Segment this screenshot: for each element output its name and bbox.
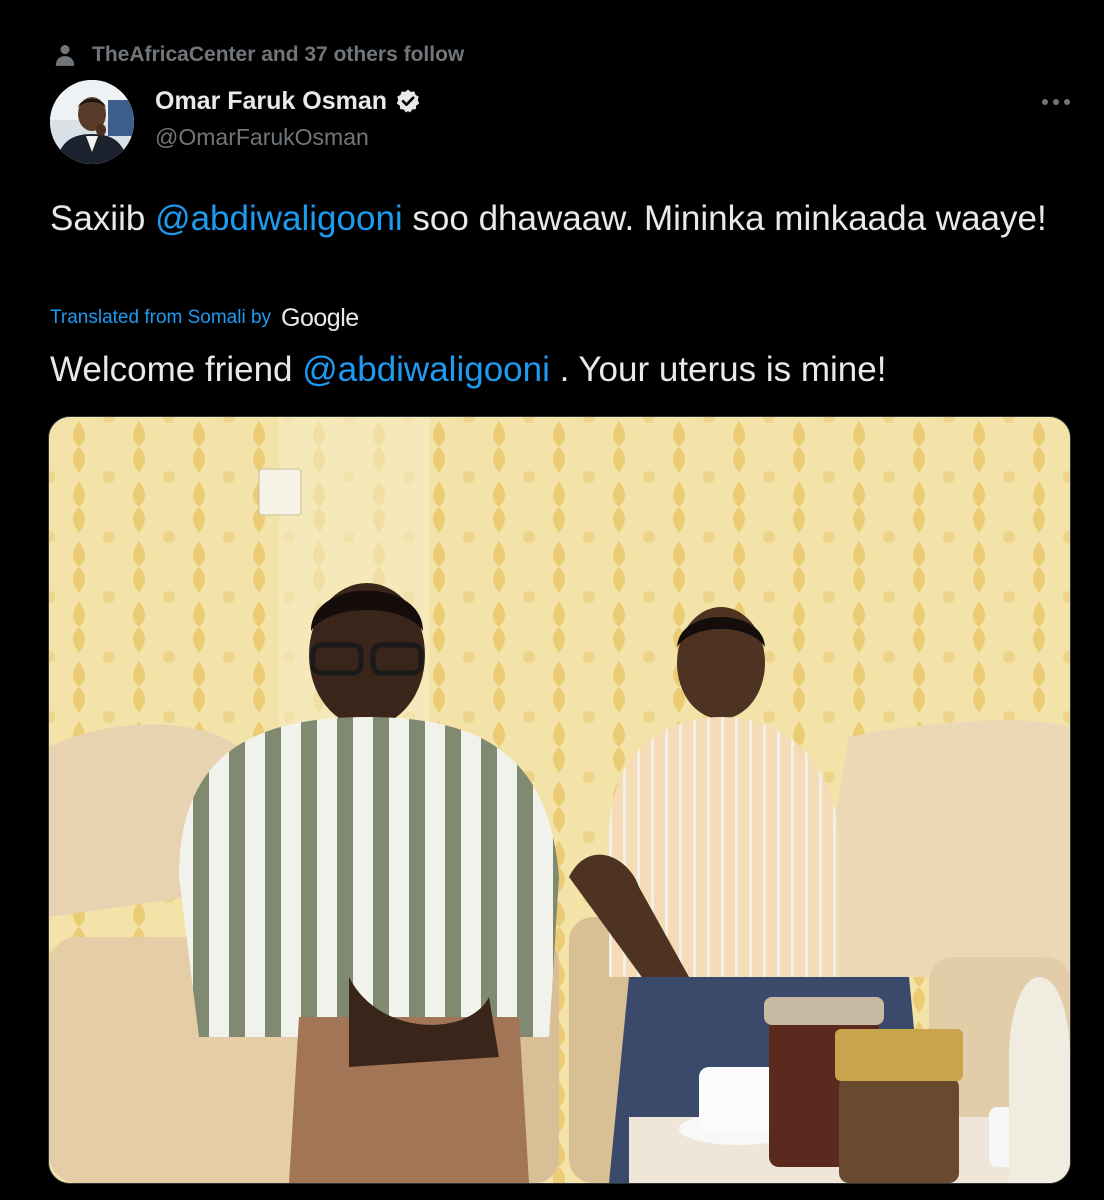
translated-from-label[interactable]: Translated from Somali by (50, 307, 271, 329)
tweet-photo[interactable] (48, 416, 1071, 1184)
author-name-row[interactable]: Omar Faruk Osman (155, 84, 421, 118)
tweet-text-before: Saxiib (50, 199, 156, 238)
more-options-button[interactable] (1036, 88, 1076, 116)
person-icon (55, 45, 75, 66)
translated-text: Welcome friend @abdiwaligooni . Your ute… (50, 346, 1070, 394)
tweet[interactable]: TheAfricaCenter and 37 others follow Oma… (0, 0, 1104, 1200)
verified-badge-icon (396, 89, 420, 113)
translated-text-after: . Your uterus is mine! (549, 350, 887, 389)
mention-link[interactable]: @abdiwaligooni (155, 199, 403, 238)
author-display-name[interactable]: Omar Faruk Osman (155, 87, 387, 116)
tweet-text: Saxiib @abdiwaligooni soo dhawaaw. Minin… (50, 195, 1050, 243)
social-context-text: TheAfricaCenter and 37 others follow (92, 43, 465, 66)
social-context[interactable]: TheAfricaCenter and 37 others follow (50, 40, 464, 70)
translated-text-before: Welcome friend (50, 350, 303, 389)
google-logo: Google (281, 303, 359, 332)
translated-mention-link[interactable]: @abdiwaligooni (302, 350, 550, 389)
more-dots-icon (1042, 99, 1070, 105)
translation-attribution: Translated from Somali by Google (50, 302, 359, 334)
avatar[interactable] (50, 80, 134, 164)
author-handle[interactable]: @OmarFarukOsman (155, 124, 421, 151)
tweet-text-after: soo dhawaaw. Mininka minkaada waaye! (402, 199, 1047, 238)
author-info[interactable]: Omar Faruk Osman @OmarFarukOsman (155, 84, 421, 151)
